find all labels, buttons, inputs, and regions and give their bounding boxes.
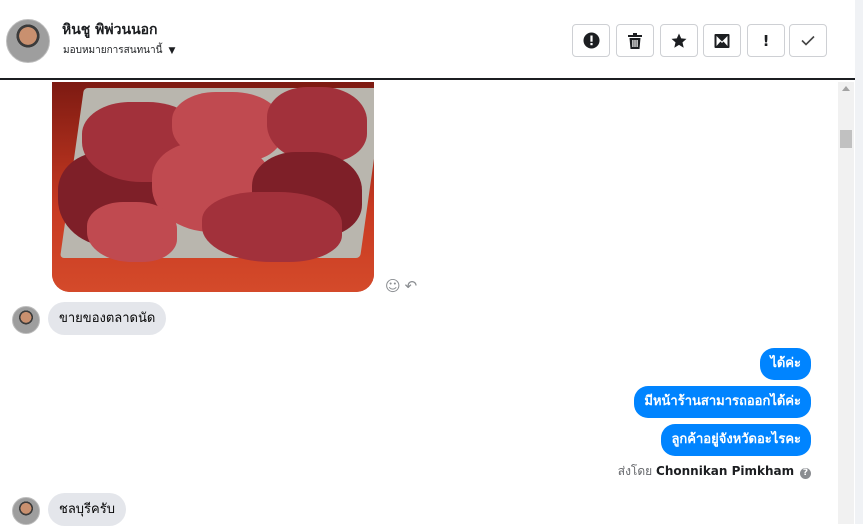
help-icon[interactable]: ? bbox=[800, 468, 811, 479]
window-edge bbox=[855, 0, 863, 524]
mark-done-button[interactable] bbox=[789, 24, 827, 57]
sent-by-label: ส่งโดย Chonnikan Pimkham ? bbox=[618, 462, 811, 481]
assign-conversation-dropdown[interactable]: มอบหมายการสนทนานี้ ▼ bbox=[63, 43, 175, 58]
outgoing-message: ลูกค้าอยู่จังหวัดอะไรคะ bbox=[661, 424, 811, 456]
contact-name[interactable]: หินชู พิพ่วนนอก bbox=[62, 19, 158, 41]
emoji-reaction-icon[interactable]: ☺ bbox=[385, 277, 401, 295]
caret-down-icon: ▼ bbox=[168, 46, 176, 56]
incoming-message: ขายของตลาดนัด bbox=[48, 302, 167, 335]
exclamation-icon: ! bbox=[762, 31, 770, 50]
scroll-up-arrow-icon[interactable] bbox=[842, 86, 850, 91]
envelope-icon bbox=[714, 33, 730, 48]
message-actions: ☺ ↶ bbox=[385, 277, 421, 295]
delete-button[interactable] bbox=[616, 24, 654, 57]
outgoing-message: ได้ค่ะ bbox=[760, 348, 811, 380]
sent-by-prefix: ส่งโดย bbox=[617, 464, 653, 478]
star-icon bbox=[671, 33, 687, 48]
checkmark-icon bbox=[801, 35, 815, 46]
spam-button[interactable] bbox=[572, 24, 610, 57]
scrollbar-thumb[interactable] bbox=[840, 130, 852, 148]
sent-by-agent: Chonnikan Pimkham bbox=[656, 464, 795, 478]
scrollbar[interactable] bbox=[838, 82, 854, 524]
mark-unread-button[interactable] bbox=[703, 24, 741, 57]
conversation-header: หินชู พิพ่วนนอก มอบหมายการสนทนานี้ ▼ ! bbox=[0, 0, 863, 80]
shared-photo-meat[interactable] bbox=[52, 82, 374, 292]
trash-icon bbox=[628, 32, 642, 49]
contact-avatar[interactable] bbox=[6, 19, 50, 63]
assign-label: มอบหมายการสนทนานี้ bbox=[63, 45, 163, 56]
star-button[interactable] bbox=[660, 24, 698, 57]
reply-icon[interactable]: ↶ bbox=[405, 277, 418, 295]
outgoing-message: มีหน้าร้านสามารถออกได้ค่ะ bbox=[634, 386, 811, 418]
incoming-message: ชลบุรีครับ bbox=[48, 493, 126, 526]
follow-up-button[interactable]: ! bbox=[747, 24, 785, 57]
contact-avatar-small[interactable] bbox=[12, 497, 40, 525]
contact-avatar-small[interactable] bbox=[12, 306, 40, 334]
alert-circle-icon bbox=[583, 32, 599, 49]
